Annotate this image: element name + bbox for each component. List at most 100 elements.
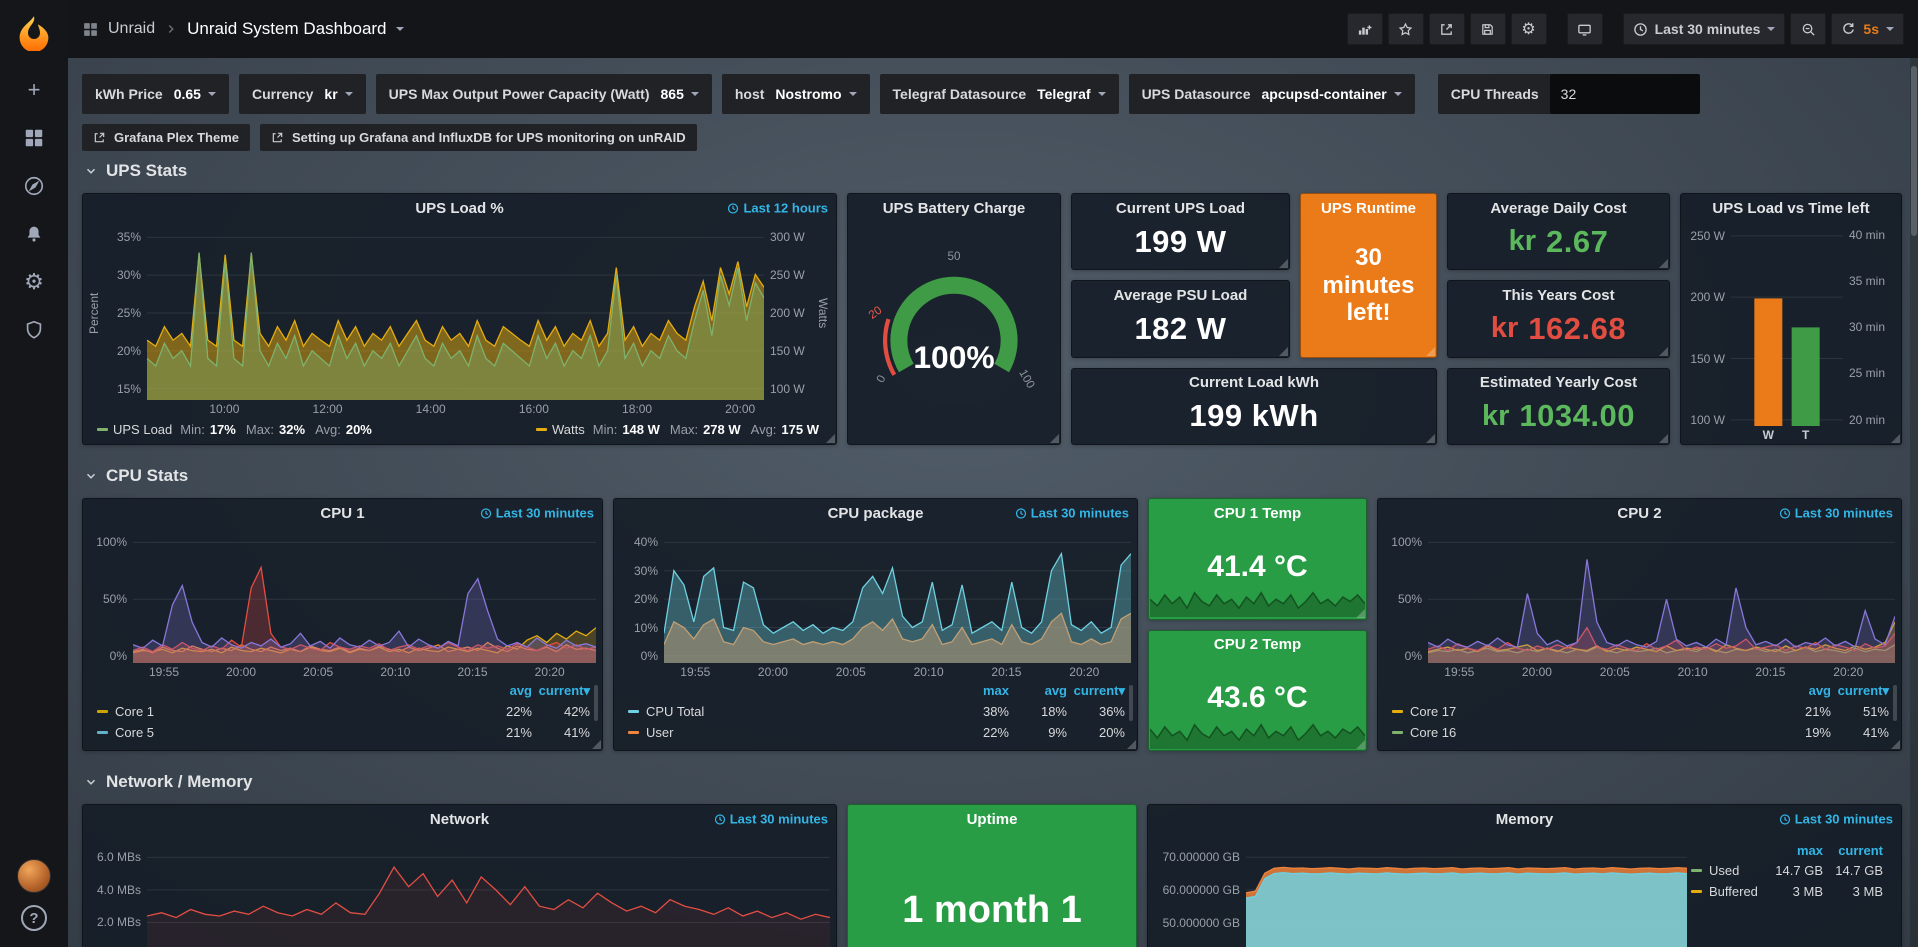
alerting-bell-icon[interactable] bbox=[0, 210, 68, 258]
battery-gauge[interactable]: 02050100100% bbox=[848, 222, 1060, 444]
navbar-actions: ⚙ Last 30 minutes 5s bbox=[1347, 13, 1904, 45]
variable-host[interactable]: host Nostromo bbox=[722, 74, 870, 114]
panel-time-override: Last 30 minutes bbox=[1779, 506, 1893, 521]
series-swatch bbox=[97, 731, 108, 734]
network-plot[interactable] bbox=[147, 837, 830, 947]
external-link-icon bbox=[271, 131, 284, 144]
cpu2-plot[interactable] bbox=[1428, 531, 1895, 663]
panel-ups-load-vs-time-left: UPS Load vs Time left 250 W200 W150 W100… bbox=[1680, 193, 1902, 445]
cpu-stats-row: CPU 1 Last 30 minutes 100%50%0% 19:5520:… bbox=[82, 498, 1902, 751]
memory-plot[interactable] bbox=[1246, 837, 1687, 947]
panel-network: Network Last 30 minutes 6.0 MBs4.0 MBs2.… bbox=[82, 804, 837, 947]
section-network-memory[interactable]: Network / Memory bbox=[82, 751, 1902, 804]
chevron-right-icon bbox=[164, 22, 178, 36]
legend-series[interactable]: UPS Load Min: 17% Max: 32% Avg: 20% bbox=[97, 422, 377, 437]
panel-header[interactable]: CPU 1 Last 30 minutes bbox=[83, 499, 602, 527]
link-grafana-plex-theme[interactable]: Grafana Plex Theme bbox=[82, 124, 250, 151]
section-ups-stats[interactable]: UPS Stats bbox=[82, 151, 1902, 193]
panel-ups-battery-charge: UPS Battery Charge 02050100100% bbox=[847, 193, 1061, 445]
y-axis-left: 250 W200 W150 W100 W bbox=[1685, 226, 1731, 426]
panel-header[interactable]: UPS Load % Last 12 hours bbox=[83, 194, 836, 222]
star-icon bbox=[1398, 22, 1413, 37]
explore-compass-icon[interactable] bbox=[0, 162, 68, 210]
panel-time-override: Last 30 minutes bbox=[714, 812, 828, 827]
configuration-gear-icon[interactable]: ⚙ bbox=[0, 258, 68, 306]
legend-row: CPU Total 38% 18% 36% bbox=[628, 701, 1125, 722]
dashboard-title[interactable]: Unraid System Dashboard bbox=[187, 19, 386, 39]
caret-down-icon bbox=[396, 27, 404, 31]
ups-stats-row: UPS Load % Last 12 hours Percent 35%30%2… bbox=[82, 193, 1902, 445]
panel-header[interactable]: Estimated Yearly Cost bbox=[1448, 369, 1669, 397]
share-button[interactable] bbox=[1429, 13, 1465, 45]
variable-ups-datasource[interactable]: UPS Datasource apcupsd-container bbox=[1129, 74, 1415, 114]
star-button[interactable] bbox=[1388, 13, 1424, 45]
cpu1-plot[interactable] bbox=[133, 531, 596, 663]
section-cpu-stats[interactable]: CPU Stats bbox=[82, 445, 1902, 498]
y-axis-label-left: Percent bbox=[87, 226, 101, 400]
stat-value: 162.68 bbox=[1528, 311, 1626, 347]
zoom-out-icon bbox=[1801, 22, 1816, 37]
add-icon[interactable]: + bbox=[0, 66, 68, 114]
stat-unit-prefix: kr bbox=[1482, 400, 1509, 433]
x-axis: 19:5520:0020:0520:1020:1520:20 bbox=[133, 663, 596, 681]
add-panel-button[interactable] bbox=[1347, 13, 1383, 45]
panel-header[interactable]: Current UPS Load bbox=[1072, 194, 1289, 222]
network-memory-row: Network Last 30 minutes 6.0 MBs4.0 MBs2.… bbox=[82, 804, 1902, 947]
panel-header[interactable]: Uptime bbox=[848, 805, 1136, 833]
legend-row: Core 5 21% 41% bbox=[97, 722, 590, 743]
page-scrollbar bbox=[1910, 58, 1918, 947]
panel-header[interactable]: CPU 2 Temp bbox=[1149, 631, 1366, 659]
dashboards-icon[interactable] bbox=[0, 114, 68, 162]
svg-text:20: 20 bbox=[866, 303, 885, 321]
cycle-view-button[interactable] bbox=[1567, 13, 1603, 45]
cpu2-legend: avgcurrent▾ Core 17 21% 51% Core 16 19% … bbox=[1378, 681, 1901, 750]
panel-header[interactable]: Network Last 30 minutes bbox=[83, 805, 836, 833]
external-link-icon bbox=[93, 131, 106, 144]
panel-header[interactable]: Memory Last 30 minutes bbox=[1148, 805, 1901, 833]
ups-bar-plot[interactable] bbox=[1731, 226, 1843, 426]
panel-header[interactable]: Current Load kWh bbox=[1072, 369, 1436, 397]
panel-time-override: Last 12 hours bbox=[727, 201, 828, 216]
panel-header[interactable]: UPS Load vs Time left bbox=[1681, 194, 1901, 222]
y-axis-label-right: Watts bbox=[816, 226, 830, 400]
grafana-logo-icon[interactable] bbox=[0, 0, 68, 66]
dashboard-settings-button[interactable]: ⚙ bbox=[1511, 13, 1547, 45]
panel-header[interactable]: Average PSU Load bbox=[1072, 281, 1289, 309]
time-picker-button[interactable]: Last 30 minutes bbox=[1623, 13, 1786, 45]
variable-telegraf-datasource[interactable]: Telegraf Datasource Telegraf bbox=[880, 74, 1119, 114]
link-ups-monitoring-guide[interactable]: Setting up Grafana and InfluxDB for UPS … bbox=[260, 124, 697, 151]
variable-cpu-threads: CPU Threads 32 bbox=[1425, 74, 1700, 114]
panel-header[interactable]: Average Daily Cost bbox=[1448, 194, 1669, 222]
panel-header[interactable]: UPS Battery Charge bbox=[848, 194, 1060, 222]
cpu-package-plot[interactable] bbox=[664, 531, 1131, 663]
variable-ups-max-output[interactable]: UPS Max Output Power Capacity (Watt) 865 bbox=[376, 74, 712, 114]
chevron-down-icon bbox=[84, 775, 98, 789]
refresh-button[interactable]: 5s bbox=[1831, 13, 1904, 45]
scrollbar-thumb[interactable] bbox=[1911, 66, 1917, 236]
panel-header[interactable]: CPU 1 Temp bbox=[1149, 499, 1366, 527]
cpu1-temp-sparkline bbox=[1150, 579, 1365, 617]
legend-series[interactable]: Watts Min: 148 W Max: 278 W Avg: 175 W bbox=[536, 422, 824, 437]
breadcrumb-app[interactable]: Unraid bbox=[108, 20, 155, 38]
help-icon[interactable]: ? bbox=[21, 905, 47, 931]
cpu-threads-input[interactable]: 32 bbox=[1550, 74, 1700, 114]
panel-header[interactable]: CPU 2 Last 30 minutes bbox=[1378, 499, 1901, 527]
apps-grid-icon bbox=[82, 21, 99, 38]
panel-header[interactable]: UPS Runtime bbox=[1301, 194, 1436, 222]
variable-kwh-price[interactable]: kWh Price 0.65 bbox=[82, 74, 229, 114]
panel-header[interactable]: CPU package Last 30 minutes bbox=[614, 499, 1137, 527]
panel-header[interactable]: This Years Cost bbox=[1448, 281, 1669, 309]
caret-down-icon bbox=[1394, 92, 1402, 96]
svg-text:50: 50 bbox=[948, 250, 961, 263]
series-swatch bbox=[1392, 710, 1403, 713]
clock-icon bbox=[1779, 813, 1791, 825]
stat-value: 43.6 °C bbox=[1207, 681, 1307, 715]
user-avatar[interactable] bbox=[17, 859, 51, 893]
save-button[interactable] bbox=[1470, 13, 1506, 45]
server-admin-shield-icon[interactable] bbox=[0, 306, 68, 354]
breadcrumb[interactable]: Unraid Unraid System Dashboard bbox=[82, 19, 1337, 39]
ups-load-plot[interactable] bbox=[147, 226, 764, 400]
zoom-out-button[interactable] bbox=[1790, 13, 1826, 45]
variable-currency[interactable]: Currency kr bbox=[239, 74, 366, 114]
cpu1-legend: avgcurrent▾ Core 1 22% 42% Core 5 21% 41… bbox=[83, 681, 602, 750]
